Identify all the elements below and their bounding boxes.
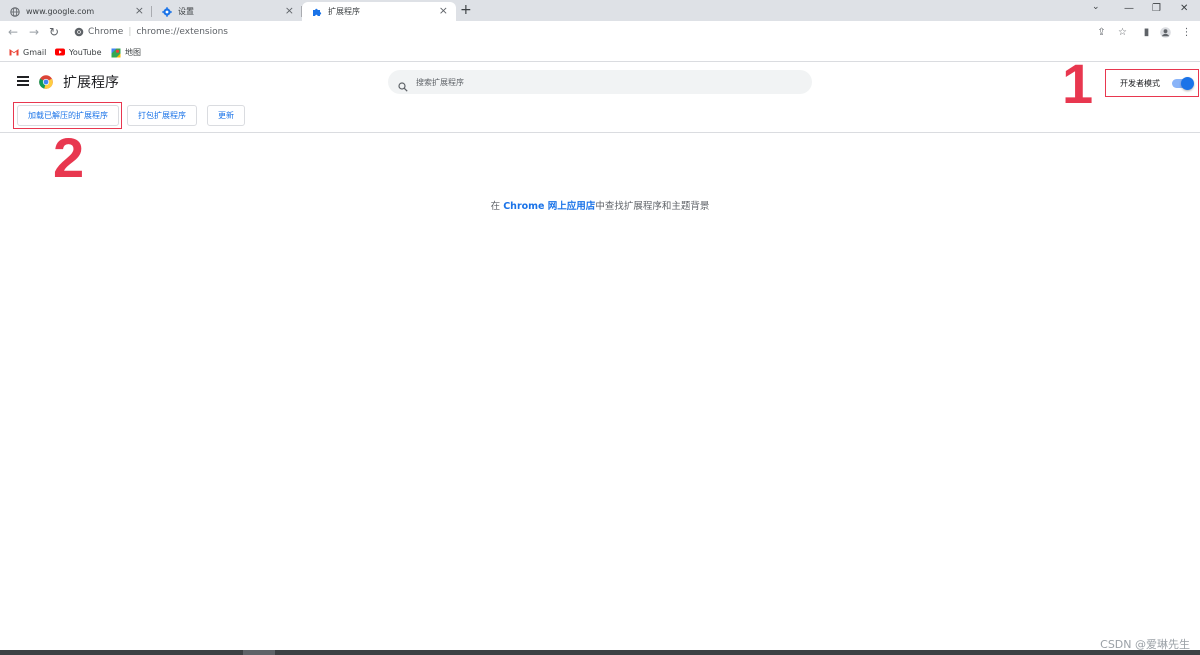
chrome-site-icon	[74, 27, 84, 37]
tab-settings[interactable]: 设置 ×	[152, 2, 302, 21]
developer-mode-toggle[interactable]	[1172, 77, 1194, 90]
hamburger-menu-icon[interactable]	[17, 76, 29, 86]
search-input[interactable]	[416, 77, 776, 87]
bookmarks-bar: Gmail YouTube 地图	[0, 43, 1200, 62]
forward-icon[interactable]: →	[29, 25, 39, 39]
gmail-icon	[9, 47, 19, 57]
restore-icon[interactable]: ❐	[1152, 2, 1161, 16]
tab-title: www.google.com	[26, 7, 95, 16]
bookmark-maps[interactable]: 地图	[111, 47, 141, 58]
empty-state-prefix: 在	[490, 201, 504, 212]
tab-close-icon[interactable]: ×	[135, 5, 144, 17]
tab-title: 扩展程序	[328, 7, 360, 16]
new-tab-button[interactable]: +	[460, 3, 472, 17]
update-button[interactable]: 更新	[207, 105, 245, 126]
tab-close-icon[interactable]: ×	[285, 5, 294, 17]
url-text[interactable]: chrome://extensions	[136, 27, 228, 37]
profile-icon[interactable]	[1160, 27, 1171, 38]
toolbar: ← → ↻ Chrome | chrome://extensions ⇪ ☆ ▮…	[0, 21, 1200, 43]
close-window-icon[interactable]: ✕	[1180, 2, 1188, 16]
bookmark-label: YouTube	[69, 47, 102, 57]
page-title: 扩展程序	[63, 75, 119, 91]
reload-icon[interactable]: ↻	[49, 25, 59, 39]
back-icon[interactable]: ←	[8, 25, 18, 39]
developer-toolbar: 加载已解压的扩展程序 打包扩展程序 更新	[0, 101, 1200, 133]
share-icon[interactable]: ⇪	[1096, 27, 1107, 38]
web-store-link[interactable]: Chrome 网上应用店	[503, 201, 595, 212]
tab-title: 设置	[178, 7, 194, 16]
tab-extensions[interactable]: 扩展程序 ×	[302, 2, 456, 21]
address-separator: |	[128, 27, 132, 37]
search-icon	[398, 77, 408, 92]
bookmark-gmail[interactable]: Gmail	[9, 47, 46, 57]
developer-mode-area: 开发者模式	[1105, 69, 1199, 97]
empty-state-message: 在 Chrome 网上应用店中查找扩展程序和主题背景	[0, 198, 1200, 212]
empty-state-suffix: 中查找扩展程序和主题背景	[595, 201, 710, 212]
extensions-header: 扩展程序 开发者模式	[0, 63, 1200, 101]
menu-kebab-icon[interactable]: ⋮	[1181, 27, 1192, 38]
maps-icon	[111, 48, 121, 58]
minimize-icon[interactable]: —	[1124, 2, 1134, 16]
annotation-number-1: 1	[1062, 52, 1094, 115]
tab-search-icon[interactable]: ⌄	[1092, 2, 1100, 12]
toggle-knob	[1181, 77, 1194, 90]
taskbar-item[interactable]	[243, 650, 275, 655]
gear-icon	[162, 6, 172, 17]
star-icon[interactable]: ☆	[1117, 27, 1128, 38]
bookmark-label: 地图	[125, 48, 141, 57]
tab-strip: www.google.com × 设置 × 扩展程序 × + ⌄ — ❐ ✕	[0, 0, 1200, 21]
puzzle-icon	[312, 7, 322, 17]
pack-extension-button[interactable]: 打包扩展程序	[127, 105, 197, 126]
address-bar[interactable]: Chrome | chrome://extensions	[66, 23, 1084, 41]
taskbar	[0, 650, 1200, 655]
chrome-logo-icon	[39, 74, 53, 89]
globe-icon	[10, 6, 20, 17]
extension-search[interactable]	[388, 70, 812, 94]
annotation-highlight-box	[13, 102, 122, 129]
tab-close-icon[interactable]: ×	[439, 5, 448, 17]
bookmark-label: Gmail	[23, 47, 47, 57]
side-panel-icon[interactable]: ▮	[1141, 27, 1152, 38]
annotation-number-2: 2	[53, 126, 85, 189]
chrome-label: Chrome	[88, 27, 124, 37]
youtube-icon	[55, 47, 65, 57]
bookmark-youtube[interactable]: YouTube	[55, 47, 102, 57]
tab-google[interactable]: www.google.com ×	[0, 2, 152, 21]
developer-mode-label: 开发者模式	[1120, 78, 1160, 88]
